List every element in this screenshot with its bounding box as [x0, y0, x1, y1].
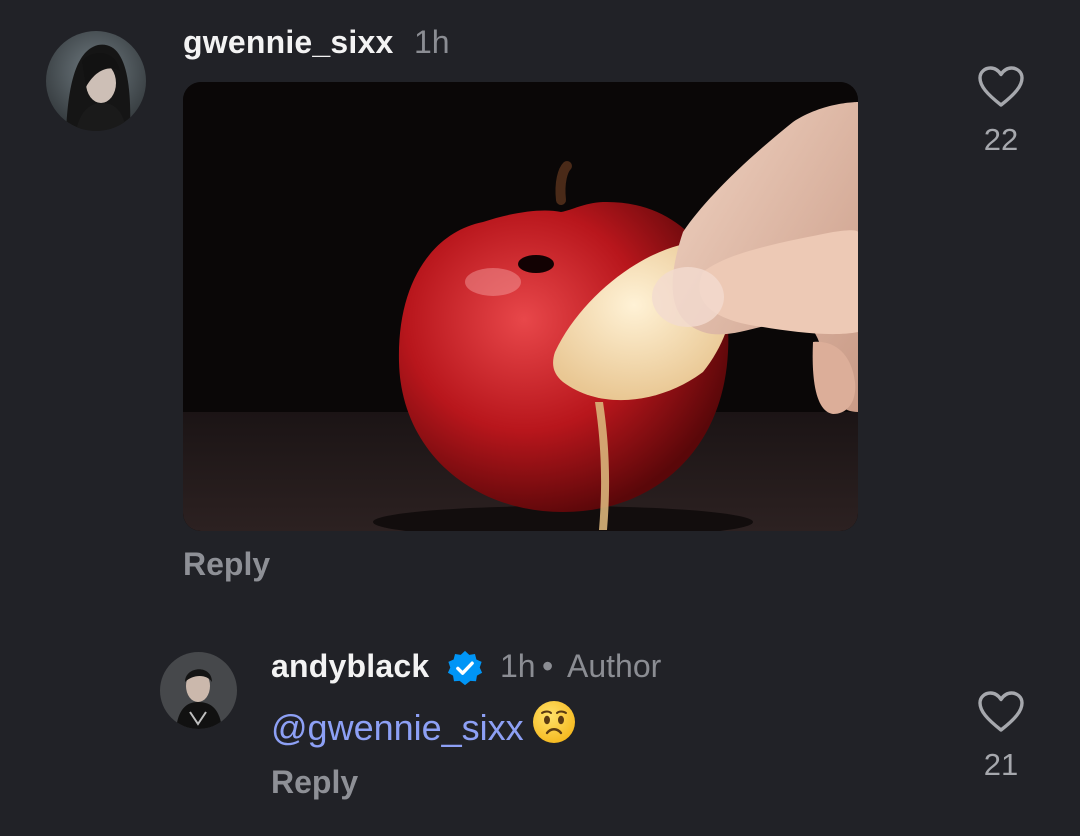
- worried-face-emoji: [532, 700, 576, 753]
- heart-icon: [978, 691, 1024, 732]
- meta-separator: •: [542, 648, 554, 684]
- comment-gif-image[interactable]: [183, 82, 858, 531]
- reply-button[interactable]: Reply: [271, 764, 358, 801]
- comment-username[interactable]: andyblack: [271, 648, 429, 685]
- avatar-photo-icon: [160, 652, 237, 729]
- comment-time: 1h: [500, 648, 536, 684]
- comment-time: 1h: [414, 24, 450, 60]
- like-button[interactable]: 21: [969, 690, 1033, 783]
- comment-text: @gwennie_sixx: [271, 701, 576, 757]
- comment-username[interactable]: gwennie_sixx: [183, 24, 394, 61]
- apple-gif-image: [183, 82, 858, 531]
- reply-button[interactable]: Reply: [183, 546, 270, 583]
- mention-link[interactable]: @gwennie_sixx: [271, 707, 524, 748]
- avatar[interactable]: [160, 652, 237, 729]
- like-button[interactable]: 22: [969, 65, 1033, 158]
- like-count: 22: [983, 122, 1019, 157]
- mention-at-sign: @: [271, 707, 308, 749]
- heart-icon: [978, 66, 1024, 107]
- author-badge: Author: [567, 648, 662, 684]
- avatar-photo-icon: [46, 31, 146, 131]
- verified-badge-icon: [446, 649, 484, 692]
- mention-username: gwennie_sixx: [307, 707, 524, 749]
- like-count: 21: [983, 747, 1019, 782]
- comments-thread: gwennie_sixx 1h Reply 22 andyblack 1h • …: [0, 0, 1080, 836]
- avatar[interactable]: [46, 31, 146, 131]
